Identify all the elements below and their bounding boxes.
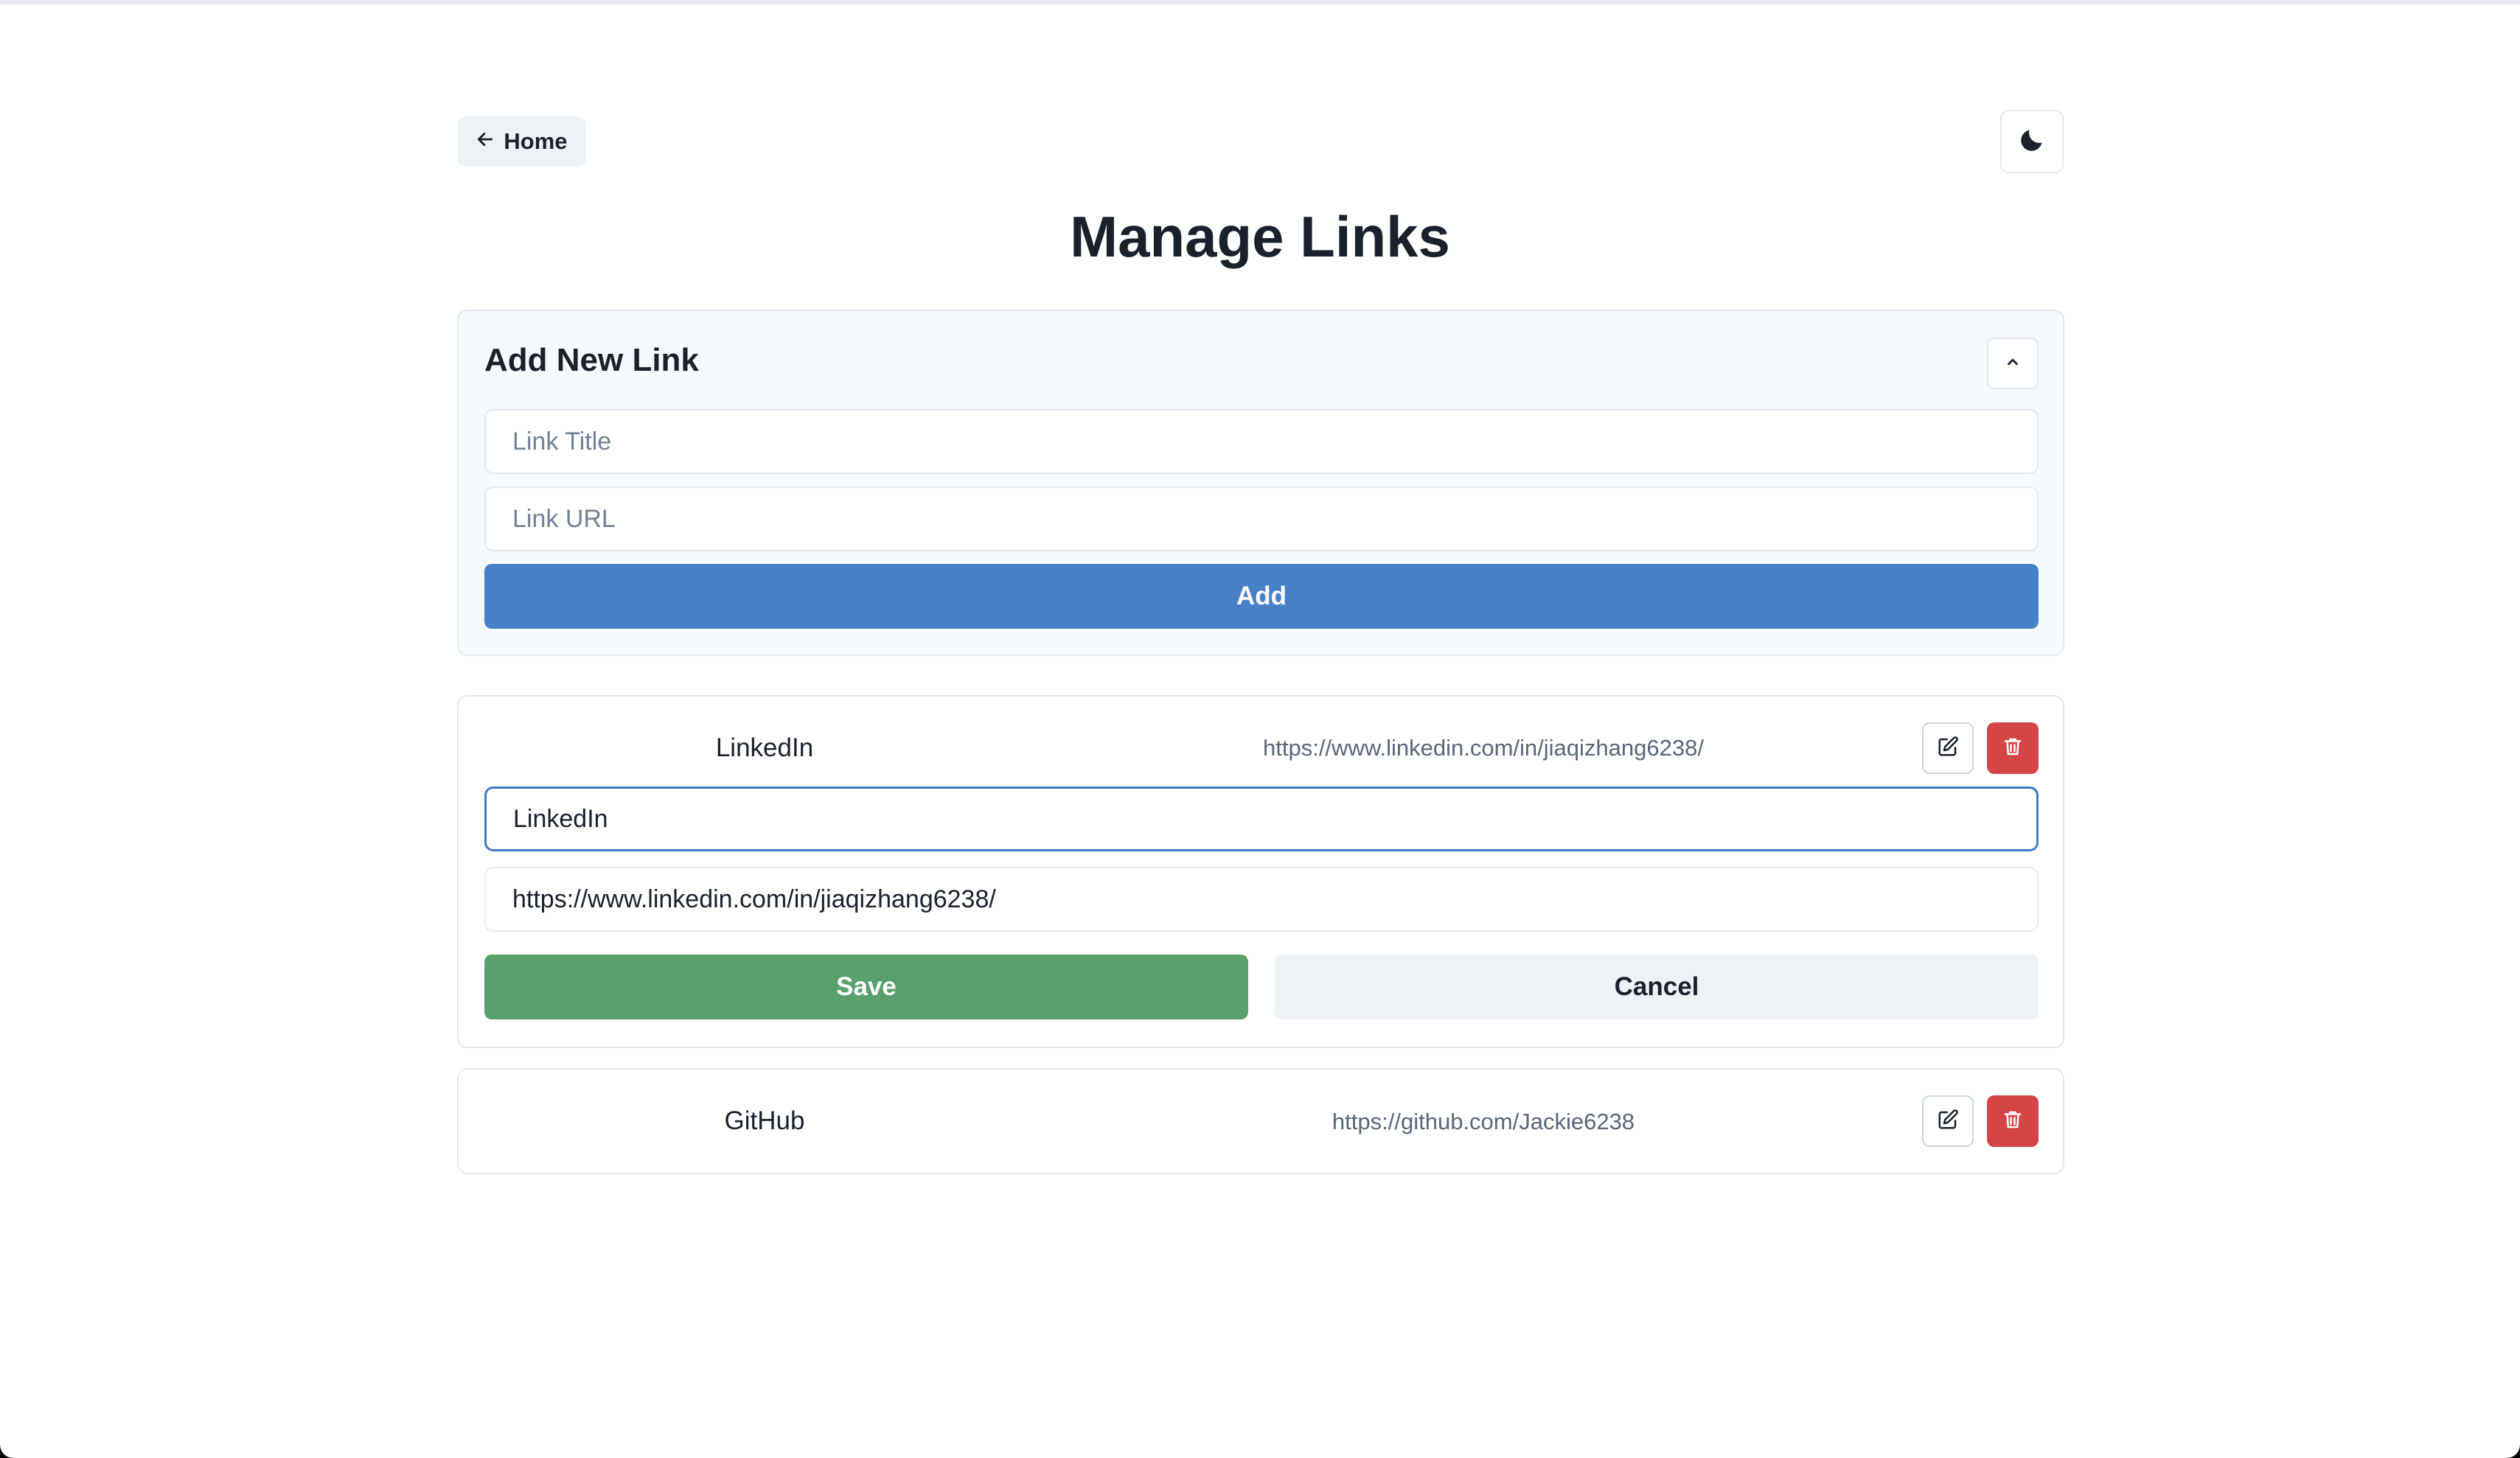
edit-button[interactable] (1922, 1095, 1974, 1147)
window-corner (0, 1431, 27, 1458)
delete-button[interactable] (1987, 722, 2039, 774)
window-corner (2493, 1431, 2520, 1458)
trash-icon (2002, 1109, 2024, 1134)
edit-title-input[interactable] (484, 786, 2039, 851)
link-title-input[interactable] (484, 409, 2039, 474)
save-button[interactable]: Save (484, 955, 1248, 1019)
cancel-button[interactable]: Cancel (1275, 955, 2039, 1019)
link-title: GitHub (724, 1106, 805, 1135)
delete-button[interactable] (1987, 1095, 2039, 1147)
link-url[interactable]: https://github.com/Jackie6238 (1115, 1109, 1852, 1135)
arrow-left-icon (476, 128, 495, 155)
home-button[interactable]: Home (457, 116, 586, 167)
link-url-input[interactable] (484, 486, 2039, 551)
edit-url-input[interactable] (484, 867, 2039, 932)
link-card-linkedin: LinkedIn https://www.linkedin.com/in/jia… (457, 695, 2064, 1048)
add-button[interactable]: Add (484, 564, 2039, 629)
link-title: LinkedIn (715, 733, 814, 762)
collapse-button[interactable] (1987, 338, 2039, 389)
link-url[interactable]: https://www.linkedin.com/in/jiaqizhang62… (1115, 735, 1852, 761)
chevron-up-icon (2005, 354, 2021, 374)
add-link-heading: Add New Link (484, 342, 699, 378)
home-button-label: Home (504, 128, 568, 154)
top-border (0, 0, 2520, 4)
edit-icon (1937, 736, 1959, 761)
trash-icon (2002, 736, 2024, 761)
add-link-card: Add New Link Add (457, 310, 2064, 656)
theme-toggle-button[interactable] (2000, 110, 2064, 173)
moon-icon (2018, 126, 2046, 158)
link-card-github: GitHub https://github.com/Jackie6238 (457, 1068, 2064, 1174)
edit-button[interactable] (1922, 722, 1974, 774)
edit-icon (1937, 1109, 1959, 1134)
page-title: Manage Links (1070, 204, 1450, 269)
